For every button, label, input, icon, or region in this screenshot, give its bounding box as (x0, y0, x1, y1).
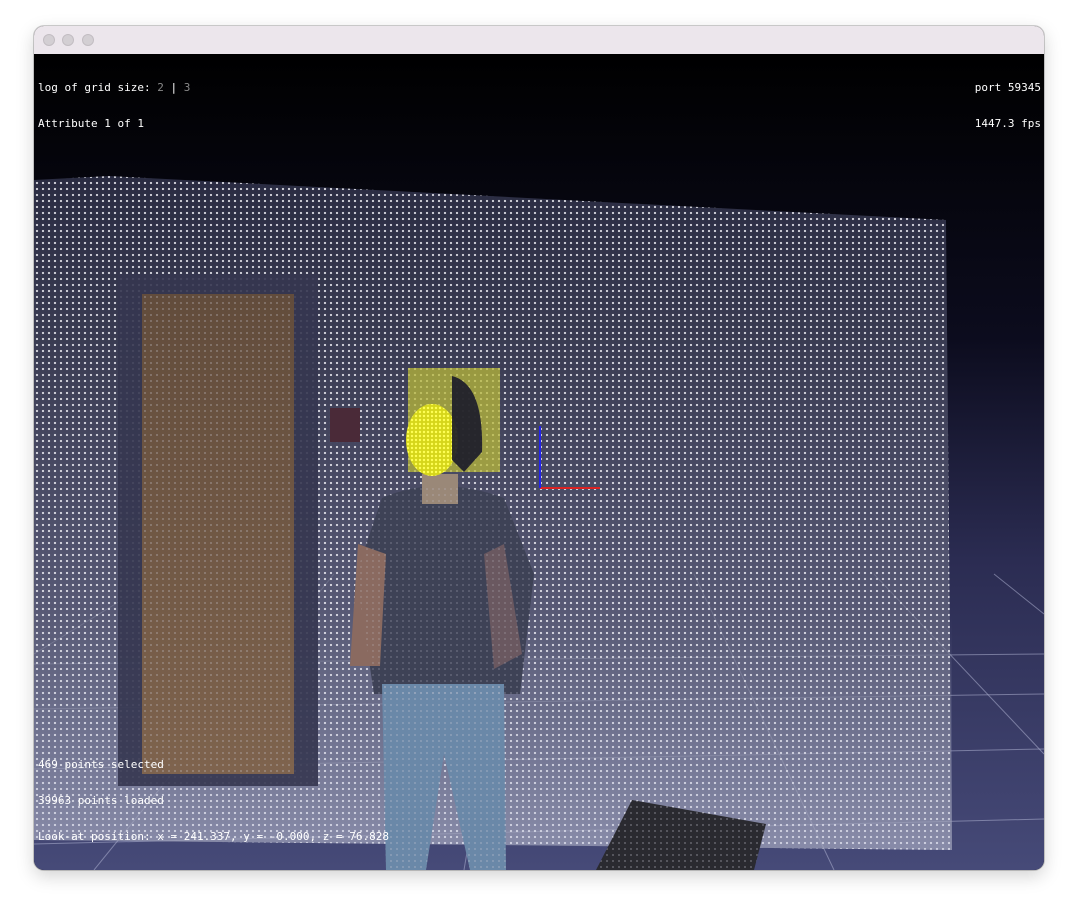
close-button[interactable] (43, 34, 55, 46)
lookat-position-label: Look-at position: x = 241.337, y = -0.00… (38, 830, 389, 843)
points-loaded-label: 39963 points loaded (38, 794, 164, 807)
point-cloud-viewport[interactable]: log of grid size: 2 | 3 Attribute 1 of 1… (34, 54, 1044, 870)
points-selected-label: 469 points selected (38, 758, 164, 771)
hud-bottom-left: 469 points selected 39963 points loaded … (38, 735, 389, 867)
grid-size-row: log of grid size: 2 | 3 (38, 82, 190, 94)
grid-size-separator: | (170, 81, 178, 94)
fps-label: 1447.3 fps (974, 117, 1041, 130)
grid-size-option-3[interactable]: 3 (184, 81, 191, 94)
wall-sign (330, 408, 360, 442)
port-label: port 59345 (974, 81, 1041, 94)
selection-highlight (406, 368, 500, 476)
viewer-window: log of grid size: 2 | 3 Attribute 1 of 1… (34, 26, 1044, 870)
zoom-button[interactable] (82, 34, 94, 46)
minimize-button[interactable] (62, 34, 74, 46)
hud-top-right: port 59345 1447.3 fps (975, 58, 1041, 154)
grid-size-option-2[interactable]: 2 (157, 81, 164, 94)
door (118, 274, 318, 786)
hud-top-left: log of grid size: 2 | 3 Attribute 1 of 1 (38, 58, 190, 154)
grid-size-label: log of grid size: (38, 81, 151, 94)
title-bar (34, 26, 1044, 55)
attribute-label: Attribute 1 of 1 (38, 117, 144, 130)
